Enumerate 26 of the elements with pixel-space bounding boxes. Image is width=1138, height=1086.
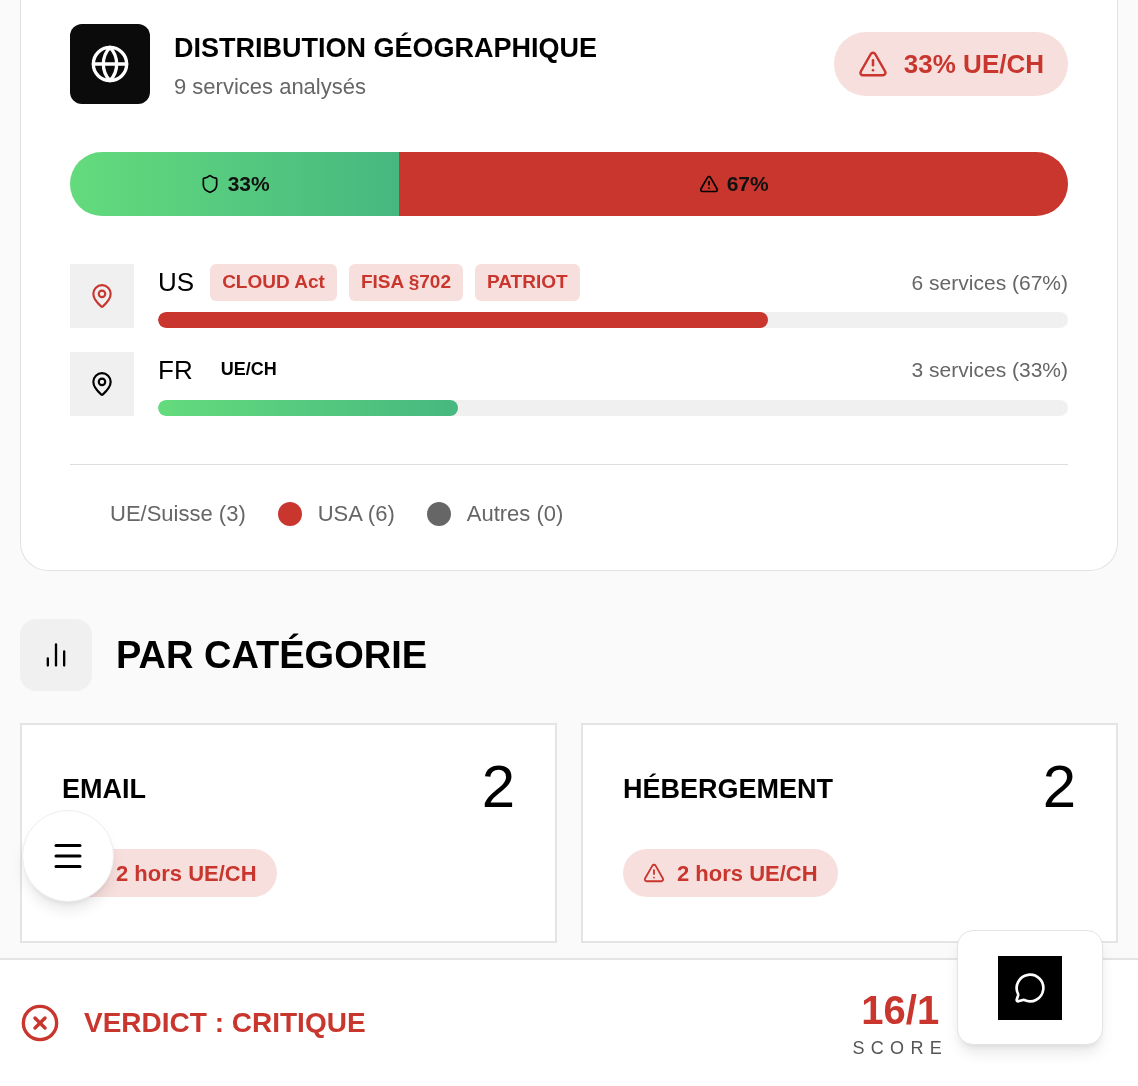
- badge-text: 33% UE/CH: [903, 47, 1044, 81]
- country-code: US: [158, 269, 195, 296]
- score-value: 16/1: [861, 986, 940, 1034]
- law-tag: PATRIOT: [475, 264, 580, 301]
- category-name: EMAIL: [62, 773, 146, 806]
- country-code: FR: [158, 356, 193, 383]
- law-tag: FISA §702: [348, 264, 463, 301]
- legend-label: UE/Suisse (3): [110, 500, 246, 528]
- badge-text: 2 hors UE/CH: [116, 859, 257, 888]
- category-count: 2: [1042, 757, 1076, 817]
- legend-label: Autres (0): [466, 500, 564, 528]
- law-tag: CLOUD Act: [210, 264, 337, 301]
- category-name: HÉBERGEMENT: [623, 772, 833, 806]
- service-count: 6 services (67%): [911, 269, 1068, 296]
- legend-label: USA (6): [317, 500, 395, 528]
- card-title: DISTRIBUTION GÉOGRAPHIQUE: [174, 32, 598, 65]
- badge-text: 2 hors UE/CH: [677, 859, 818, 888]
- score-label: SCORE: [852, 1036, 948, 1060]
- region-tag: UE/CH: [208, 352, 289, 387]
- segment-percent: 67%: [726, 171, 769, 198]
- card-subtitle: 9 services analysés: [174, 72, 367, 101]
- service-count: 3 services (33%): [911, 356, 1068, 383]
- category-count: 2: [481, 757, 515, 817]
- segment-percent: 33%: [227, 171, 270, 198]
- section-title: PAR CATÉGORIE: [116, 632, 428, 678]
- verdict-label: VERDICT : CRITIQUE: [84, 1006, 366, 1040]
